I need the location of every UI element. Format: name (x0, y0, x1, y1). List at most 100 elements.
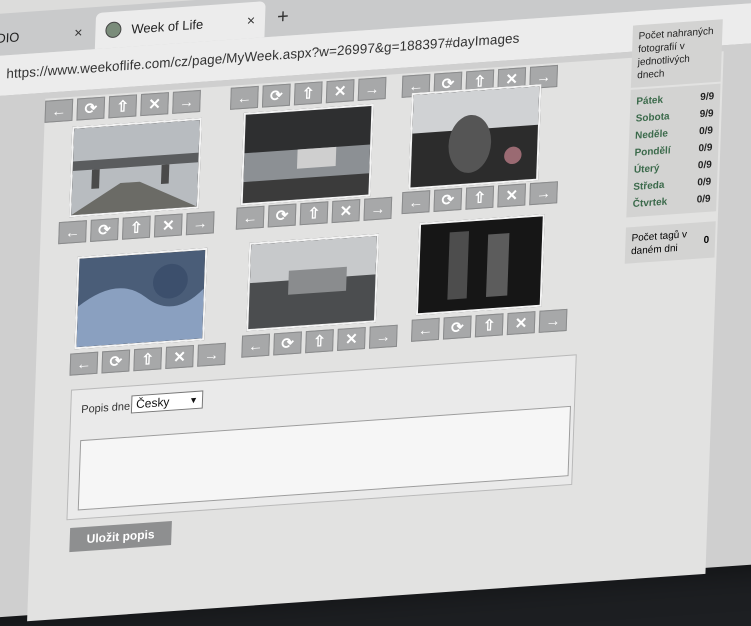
description-label: Popis dne: (81, 400, 134, 417)
photo-thumbnail[interactable] (74, 247, 208, 350)
delete-button[interactable]: ✕ (337, 326, 366, 352)
upload-button[interactable]: ⇧ (108, 94, 138, 119)
day-photo-count: 0/9 (697, 176, 712, 189)
photo-thumbnail[interactable] (415, 214, 545, 316)
delete-button[interactable]: ✕ (165, 344, 194, 370)
upload-button[interactable]: ⇧ (122, 215, 151, 240)
rotate-button[interactable]: ⟳ (433, 187, 463, 212)
new-tab-button[interactable]: + (277, 6, 289, 30)
upload-button[interactable]: ⇧ (465, 185, 495, 210)
day-list: Pátek 9/9 Sobota 9/9 Neděle 0/9 Pondělí 0/9 Úter… (626, 83, 721, 218)
rotate-button[interactable]: ⟳ (273, 331, 302, 356)
day-name[interactable]: Čtvrtek (632, 194, 668, 213)
delete-icon: ✕ (514, 314, 528, 333)
day-photo-count: 0/9 (698, 125, 714, 138)
arrow-right-icon: → (178, 92, 195, 111)
arrow-left-button[interactable]: ← (241, 333, 270, 358)
arrow-left-icon: ← (51, 101, 67, 120)
day-photo-count: 0/9 (696, 193, 711, 206)
upload-icon: ⇧ (482, 316, 496, 335)
arrow-right-button[interactable]: → (363, 196, 393, 221)
chevron-down-icon: ▼ (188, 394, 199, 406)
arrow-left-button[interactable]: ← (401, 190, 431, 215)
upload-button[interactable]: ⇧ (474, 313, 504, 338)
arrow-left-button[interactable]: ← (235, 205, 265, 230)
arrow-left-button[interactable]: ← (230, 85, 259, 110)
arrow-right-icon: → (364, 79, 380, 98)
arrow-right-icon: → (535, 184, 552, 203)
rotate-button[interactable]: ⟳ (442, 315, 472, 340)
upload-icon: ⇧ (307, 204, 321, 223)
upload-button[interactable]: ⇧ (133, 347, 163, 372)
upload-icon: ⇧ (473, 189, 487, 208)
delete-button[interactable]: ✕ (506, 311, 536, 336)
arrow-left-button[interactable]: ← (411, 317, 440, 342)
language-select[interactable]: Česky ▼ (130, 390, 204, 414)
language-select-value: Česky (135, 394, 170, 412)
arrow-right-button[interactable]: → (185, 211, 215, 236)
close-icon[interactable]: × (74, 24, 83, 41)
arrow-right-button[interactable]: → (538, 308, 568, 333)
description-textarea[interactable] (77, 405, 571, 511)
delete-button[interactable]: ✕ (140, 92, 169, 117)
day-name[interactable]: Úterý (634, 160, 660, 179)
photo-controls: ← ⟳ ⇧ ✕ → (44, 89, 201, 123)
tab-inactive-label: ADIO (0, 28, 20, 47)
rotate-icon: ⟳ (441, 191, 455, 210)
tags-count-label: Počet tagů v daném dni (630, 229, 688, 258)
arrow-left-button[interactable]: ← (58, 220, 87, 245)
arrow-left-icon: ← (242, 208, 258, 227)
upload-button[interactable]: ⇧ (305, 329, 334, 354)
upload-stats-sidebar: Počet nahraných fotografií v jednotlivýc… (624, 19, 723, 264)
arrow-right-button[interactable]: → (197, 342, 226, 367)
browser-window: ADIO × Week of Life × + https://www.week… (0, 0, 751, 622)
arrow-right-button[interactable]: → (172, 89, 201, 114)
close-icon[interactable]: × (247, 12, 256, 29)
day-name[interactable]: Pondělí (634, 142, 671, 162)
arrow-left-icon: ← (64, 223, 81, 242)
delete-button[interactable]: ✕ (153, 213, 183, 238)
delete-icon: ✕ (333, 82, 347, 101)
upload-button[interactable]: ⇧ (293, 81, 323, 106)
main-panel: ← ⟳ ⇧ ✕ → ← ⟳ ⇧ ✕ → ← ⟳ ⇧ ✕ → ← ⟳ ⇧ ✕ → ← ⟳ ⇧ ✕ → ← ⟳ ⇧ ✕ → (27, 19, 724, 622)
rotate-button[interactable]: ⟳ (76, 96, 106, 121)
photo-thumbnail[interactable] (408, 84, 542, 190)
arrow-left-icon: ← (417, 320, 434, 339)
arrow-right-button[interactable]: → (357, 76, 387, 101)
upload-button[interactable]: ⇧ (299, 201, 329, 226)
save-description-button[interactable]: Uložit popis (69, 520, 172, 553)
arrow-left-button[interactable]: ← (69, 351, 99, 376)
delete-button[interactable]: ✕ (331, 199, 361, 224)
rotate-icon: ⟳ (269, 87, 283, 106)
rotate-button[interactable]: ⟳ (267, 203, 297, 228)
day-name[interactable]: Pátek (636, 92, 663, 111)
delete-button[interactable]: ✕ (497, 183, 527, 208)
day-photo-count: 9/9 (699, 108, 714, 121)
arrow-right-icon: → (545, 311, 561, 330)
photo-thumbnail[interactable] (246, 233, 379, 332)
delete-icon: ✕ (161, 216, 175, 235)
rotate-button[interactable]: ⟳ (261, 83, 291, 108)
photo-thumbnail[interactable] (69, 117, 202, 218)
arrow-right-icon: → (192, 214, 208, 233)
upload-icon: ⇧ (301, 84, 315, 103)
delete-button[interactable]: ✕ (325, 79, 355, 104)
arrow-right-button[interactable]: → (368, 324, 398, 349)
upload-icon: ⇧ (312, 332, 327, 351)
page-content: ← ⟳ ⇧ ✕ → ← ⟳ ⇧ ✕ → ← ⟳ ⇧ ✕ → ← ⟳ ⇧ ✕ → ← ⟳ ⇧ ✕ → ← ⟳ ⇧ ✕ → (0, 19, 751, 622)
arrow-left-button[interactable]: ← (44, 98, 74, 123)
arrow-right-button[interactable]: → (529, 181, 558, 206)
rotate-icon: ⟳ (84, 100, 98, 119)
rotate-button[interactable]: ⟳ (90, 217, 119, 242)
photo-thumbnail[interactable] (240, 103, 374, 206)
arrow-left-icon: ← (408, 193, 424, 212)
arrow-right-icon: → (370, 199, 386, 218)
rotate-button[interactable]: ⟳ (101, 349, 131, 374)
delete-icon: ✕ (339, 202, 353, 221)
delete-icon: ✕ (505, 186, 519, 205)
upload-icon: ⇧ (141, 350, 155, 369)
tags-count-value: 0 (703, 234, 710, 246)
arrow-left-icon: ← (76, 354, 92, 373)
rotate-icon: ⟳ (280, 334, 295, 353)
delete-icon: ✕ (173, 348, 187, 367)
